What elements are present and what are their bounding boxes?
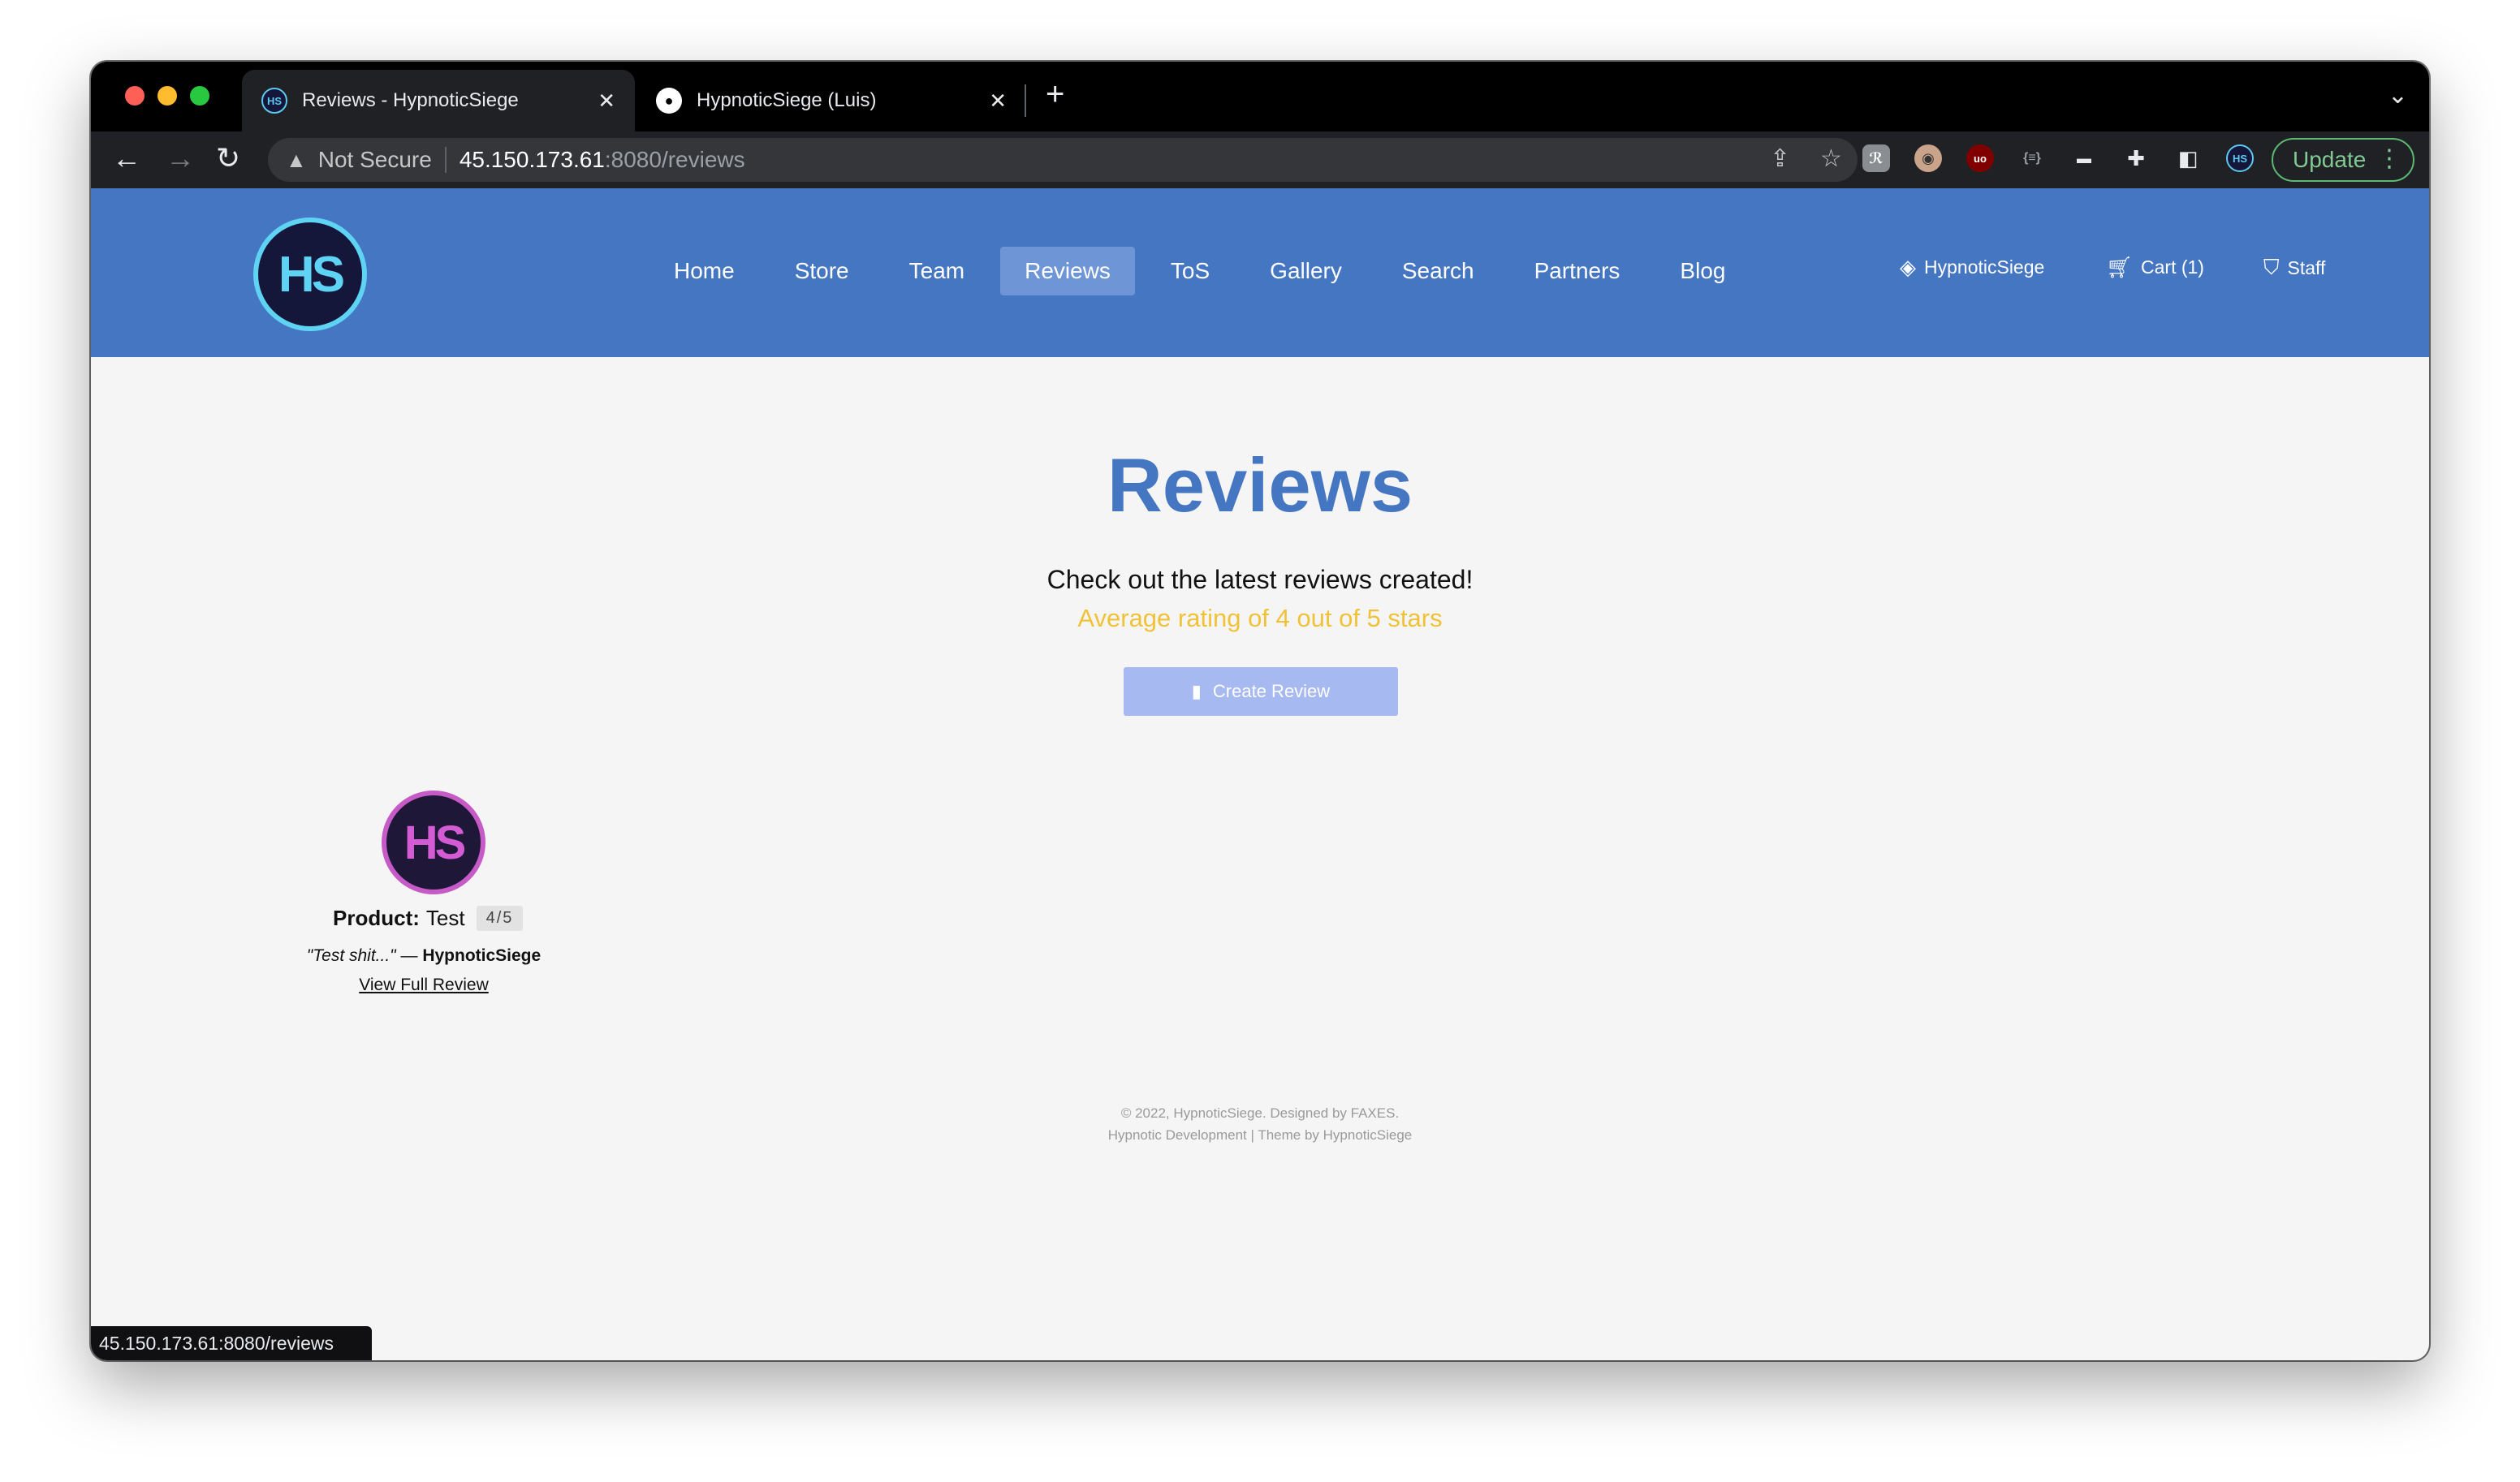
- discord-link[interactable]: ◈ HypnoticSiege: [1900, 255, 2044, 280]
- page-title: Reviews: [1107, 442, 1413, 528]
- review-author: HypnoticSiege: [422, 946, 542, 965]
- tab-strip: HS Reviews - HypnoticSiege ✕ ● HypnoticS…: [91, 62, 2429, 131]
- discord-label: HypnoticSiege: [1924, 256, 2045, 278]
- nav-gallery[interactable]: Gallery: [1245, 247, 1366, 295]
- tab-title: Reviews - HypnoticSiege: [302, 89, 519, 111]
- github-icon: ●: [656, 88, 682, 114]
- nav-search[interactable]: Search: [1378, 247, 1499, 295]
- nav-store[interactable]: Store: [770, 247, 874, 295]
- review-avatar: HS: [382, 791, 485, 894]
- tab-github[interactable]: ● HypnoticSiege (Luis) ✕: [636, 70, 1026, 131]
- discord-icon: ◈: [1900, 255, 1916, 279]
- nav-home[interactable]: Home: [649, 247, 759, 295]
- create-review-label: Create Review: [1212, 681, 1331, 701]
- tab-reviews[interactable]: HS Reviews - HypnoticSiege ✕: [242, 70, 635, 131]
- main-nav: Home Store Team Reviews ToS Gallery Sear…: [649, 247, 1761, 295]
- forward-arrow-icon[interactable]: →: [166, 141, 195, 175]
- file-icon: ▮: [1191, 681, 1202, 701]
- nav-reviews[interactable]: Reviews: [1000, 247, 1135, 295]
- new-tab-icon[interactable]: +: [1046, 76, 1064, 113]
- tab-title: HypnoticSiege (Luis): [697, 89, 877, 111]
- zoom-window-button[interactable]: [190, 86, 209, 106]
- update-label: Update: [2293, 147, 2367, 172]
- site-header: HS Home Store Team Reviews ToS Gallery S…: [91, 188, 2429, 357]
- reload-icon[interactable]: ↻: [216, 141, 240, 175]
- rating-badge: 4/5: [476, 906, 524, 931]
- close-window-button[interactable]: [125, 86, 145, 106]
- profile-avatar-icon[interactable]: HS: [2226, 144, 2254, 172]
- extensions-puzzle-icon[interactable]: ✚: [2122, 144, 2150, 172]
- tab-separator: [1025, 84, 1026, 117]
- nav-team[interactable]: Team: [885, 247, 989, 295]
- shield-icon: ⛉: [2263, 255, 2280, 279]
- ublock-icon[interactable]: uo: [1966, 144, 1994, 172]
- review-quote: "Test shit..." — HypnoticSiege: [286, 946, 562, 966]
- quote-text: "Test shit...": [306, 946, 396, 965]
- page-footer: © 2022, HypnoticSiege. Designed by FAXES…: [91, 1102, 2429, 1146]
- share-icon[interactable]: ⇪: [1770, 144, 1790, 173]
- hs-logo-icon: HS: [261, 88, 287, 114]
- cart-link[interactable]: 🛒︎ Cart (1): [2106, 255, 2204, 280]
- chevron-down-icon[interactable]: ⌄: [2388, 81, 2408, 110]
- staff-label: Staff: [2287, 256, 2326, 278]
- address-host: 45.150.173.61: [459, 147, 605, 172]
- security-label: Not Secure: [317, 147, 432, 172]
- browser-window: HS Reviews - HypnoticSiege ✕ ● HypnoticS…: [91, 62, 2429, 1360]
- extension-icon[interactable]: ℛ: [1862, 144, 1890, 172]
- extension-brackets-icon[interactable]: {≡}: [2018, 144, 2046, 172]
- product-name: Test: [425, 906, 465, 930]
- cart-label: Cart (1): [2141, 256, 2204, 278]
- nav-tos[interactable]: ToS: [1146, 247, 1234, 295]
- media-control-icon[interactable]: ▬: [2070, 144, 2098, 172]
- more-vert-icon[interactable]: ⋮: [2377, 144, 2401, 173]
- update-button[interactable]: Update ⋮: [2272, 138, 2414, 182]
- create-review-button[interactable]: ▮ Create Review: [1124, 667, 1398, 716]
- quote-separator: —: [395, 946, 423, 965]
- back-arrow-icon[interactable]: ←: [112, 141, 141, 175]
- average-rating: Average rating of 4 out of 5 stars: [1077, 604, 1443, 632]
- view-full-review-link[interactable]: View Full Review: [286, 976, 562, 995]
- review-product: Product: Test 4/5: [333, 906, 544, 931]
- close-tab-icon[interactable]: ✕: [598, 88, 615, 114]
- status-url: 45.150.173.61:8080/reviews: [91, 1326, 372, 1360]
- nav-blog[interactable]: Blog: [1655, 247, 1750, 295]
- side-panel-icon[interactable]: ◧: [2174, 144, 2202, 172]
- footer-copyright: © 2022, HypnoticSiege. Designed by FAXES…: [1120, 1105, 1400, 1121]
- browser-toolbar: ← → ↻ ▲ Not Secure 45.150.173.61 :8080/r…: [91, 131, 2429, 188]
- staff-link[interactable]: ⛉ Staff: [2263, 255, 2325, 281]
- nav-partners[interactable]: Partners: [1510, 247, 1645, 295]
- address-path: :8080/reviews: [604, 147, 745, 172]
- footer-credits: Hypnotic Development | Theme by Hypnotic…: [1107, 1127, 1413, 1143]
- address-bar[interactable]: ▲ Not Secure 45.150.173.61 :8080/reviews…: [268, 138, 1858, 182]
- bookmark-star-icon[interactable]: ☆: [1820, 144, 1842, 173]
- page-subtitle: Check out the latest reviews created!: [1046, 565, 1474, 594]
- extension-face-icon[interactable]: ◉: [1914, 144, 1942, 172]
- cart-icon: 🛒︎: [2106, 255, 2134, 279]
- minimize-window-button[interactable]: [158, 86, 177, 106]
- site-logo[interactable]: HS: [253, 218, 367, 331]
- address-divider: [444, 147, 447, 173]
- close-tab-icon[interactable]: ✕: [989, 88, 1007, 114]
- product-label: Product:: [333, 906, 420, 930]
- warning-icon: ▲: [286, 147, 307, 172]
